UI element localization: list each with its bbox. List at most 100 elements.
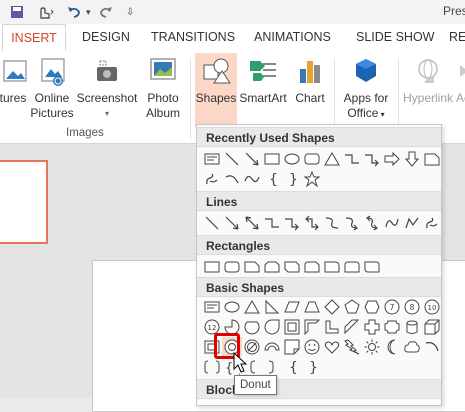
- save-icon[interactable]: [10, 2, 24, 22]
- snip-single-corner-rectangle-icon[interactable]: [242, 257, 262, 277]
- l-shape-icon[interactable]: [322, 317, 342, 337]
- tab-insert[interactable]: INSERT: [2, 24, 66, 52]
- diagonal-stripe-icon[interactable]: [342, 317, 362, 337]
- oval-icon[interactable]: [222, 297, 242, 317]
- pentagon-icon[interactable]: [342, 297, 362, 317]
- shape-tooltip: Donut: [234, 375, 277, 395]
- smiley-face-icon[interactable]: [302, 337, 322, 357]
- folded-corner-icon[interactable]: [282, 337, 302, 357]
- freeform-scribble-shape-icon[interactable]: [202, 169, 222, 189]
- half-frame-icon[interactable]: [302, 317, 322, 337]
- cube-icon[interactable]: [422, 317, 442, 337]
- tab-transitions[interactable]: TRANSITIONS: [145, 24, 241, 51]
- elbow-arrow-connector-shape-icon[interactable]: [362, 149, 382, 169]
- shapes-icon: [200, 55, 232, 87]
- arrow-line-shape-icon[interactable]: [242, 149, 262, 169]
- arc-icon[interactable]: [422, 337, 442, 357]
- touch-mode-icon[interactable]: [34, 2, 56, 22]
- elbow-double-arrow-connector-icon[interactable]: [302, 213, 322, 233]
- line-icon[interactable]: [202, 213, 222, 233]
- curve-icon[interactable]: [382, 213, 402, 233]
- photo-album-button[interactable]: Photo Album: [140, 55, 186, 121]
- line-shape-icon[interactable]: [222, 149, 242, 169]
- block-arc-icon[interactable]: [262, 337, 282, 357]
- tab-design[interactable]: DESIGN: [76, 24, 136, 51]
- slide-thumbnail[interactable]: [0, 160, 48, 244]
- elbow-arrow-connector-icon[interactable]: [282, 213, 302, 233]
- elbow-connector-shape-icon[interactable]: [342, 149, 362, 169]
- tab-animations[interactable]: ANIMATIONS: [248, 24, 337, 51]
- right-brace-icon[interactable]: }: [302, 357, 322, 377]
- right-brace-shape-icon[interactable]: }: [282, 169, 302, 189]
- redo-icon[interactable]: [98, 2, 114, 22]
- lightning-bolt-icon[interactable]: [342, 337, 362, 357]
- rectangle-icon[interactable]: [202, 257, 222, 277]
- wave-line-shape-icon[interactable]: [242, 169, 262, 189]
- freeform-icon[interactable]: [402, 213, 422, 233]
- right-arrow-shape-icon[interactable]: [382, 149, 402, 169]
- hexagon-icon[interactable]: [362, 297, 382, 317]
- oval-shape-icon[interactable]: [282, 149, 302, 169]
- triangle-icon[interactable]: [242, 297, 262, 317]
- arc-shape-icon[interactable]: [222, 169, 242, 189]
- heptagon-icon[interactable]: 7: [382, 297, 402, 317]
- cloud-icon[interactable]: [402, 337, 422, 357]
- decagon-icon[interactable]: 10: [422, 297, 442, 317]
- online-pictures-button[interactable]: Online Pictures: [30, 55, 74, 121]
- double-bracket-icon[interactable]: [202, 357, 222, 377]
- plaque-icon[interactable]: [382, 317, 402, 337]
- rounded-rectangle-icon[interactable]: [222, 257, 242, 277]
- elbow-connector-icon[interactable]: [262, 213, 282, 233]
- star-shape-icon[interactable]: [302, 169, 322, 189]
- curved-connector-icon[interactable]: [322, 213, 342, 233]
- chart-button[interactable]: Chart: [292, 55, 328, 106]
- octagon-number-label: 8: [410, 303, 415, 312]
- right-bracket-icon[interactable]: [262, 357, 282, 377]
- text-box-shape-icon[interactable]: [202, 149, 222, 169]
- round-single-corner-rectangle-icon[interactable]: [322, 257, 342, 277]
- tab-review[interactable]: RE: [443, 24, 465, 51]
- rounded-rectangle-shape-icon[interactable]: [302, 149, 322, 169]
- smartart-button[interactable]: SmartArt: [238, 55, 288, 106]
- diamond-icon[interactable]: [322, 297, 342, 317]
- parallelogram-icon[interactable]: [282, 297, 302, 317]
- apps-for-office-button[interactable]: Apps for Office ▾: [338, 55, 394, 122]
- undo-icon[interactable]: [66, 2, 82, 22]
- down-arrow-shape-icon[interactable]: [402, 149, 422, 169]
- teardrop-icon[interactable]: [262, 317, 282, 337]
- left-brace-shape-icon[interactable]: {: [262, 169, 282, 189]
- right-triangle-icon[interactable]: [262, 297, 282, 317]
- hyperlink-button[interactable]: Hyperlink: [400, 55, 456, 106]
- double-arrow-icon[interactable]: [242, 213, 262, 233]
- cross-icon[interactable]: [362, 317, 382, 337]
- scribble-icon[interactable]: [422, 213, 442, 233]
- round-diagonal-corner-rectangle-icon[interactable]: [362, 257, 382, 277]
- action-button[interactable]: Ac: [456, 55, 465, 106]
- triangle-shape-icon[interactable]: [322, 149, 342, 169]
- customize-qat-icon[interactable]: ⇩: [126, 2, 134, 22]
- snip-and-round-rectangle-icon[interactable]: [302, 257, 322, 277]
- arrow-icon[interactable]: [222, 213, 242, 233]
- round-same-side-corner-rectangle-icon[interactable]: [342, 257, 362, 277]
- snip-same-side-corner-rectangle-icon[interactable]: [262, 257, 282, 277]
- undo-dropdown-icon[interactable]: ▾: [86, 2, 91, 22]
- frame-icon[interactable]: [282, 317, 302, 337]
- tab-slide-show[interactable]: SLIDE SHOW: [350, 24, 441, 51]
- screenshot-button[interactable]: Screenshot ▾: [76, 55, 138, 121]
- trapezoid-icon[interactable]: [302, 297, 322, 317]
- octagon-icon[interactable]: 8: [402, 297, 422, 317]
- curved-double-arrow-connector-icon[interactable]: [362, 213, 382, 233]
- can-icon[interactable]: [402, 317, 422, 337]
- snip-corner-rectangle-shape-icon[interactable]: [422, 149, 442, 169]
- sun-icon[interactable]: [362, 337, 382, 357]
- rectangle-shape-icon[interactable]: [262, 149, 282, 169]
- left-brace-icon[interactable]: {: [282, 357, 302, 377]
- shapes-button[interactable]: Shapes: [195, 53, 237, 127]
- curved-arrow-connector-icon[interactable]: [342, 213, 362, 233]
- text-box-icon[interactable]: [202, 297, 222, 317]
- heart-icon[interactable]: [322, 337, 342, 357]
- snip-diagonal-corner-rectangle-icon[interactable]: [282, 257, 302, 277]
- pictures-button[interactable]: tures: [0, 55, 28, 106]
- moon-icon[interactable]: [382, 337, 402, 357]
- chord-icon[interactable]: [242, 317, 262, 337]
